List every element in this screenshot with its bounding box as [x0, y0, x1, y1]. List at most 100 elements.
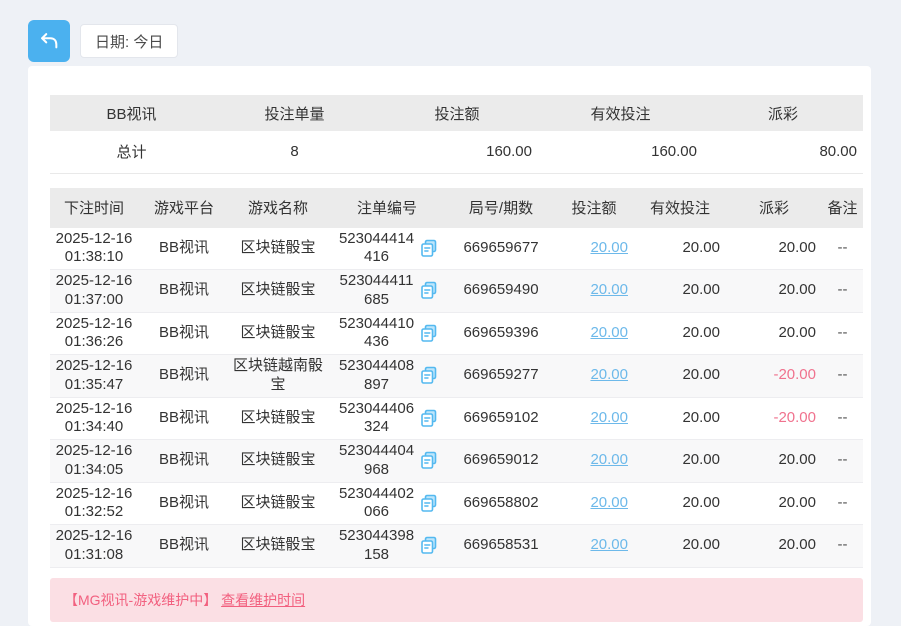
- copy-icon[interactable]: [420, 451, 438, 470]
- back-button[interactable]: [28, 20, 70, 62]
- copy-icon[interactable]: [420, 536, 438, 555]
- bet-id-cell: 523044410436: [326, 312, 448, 355]
- date-filter[interactable]: 日期: 今日: [80, 24, 178, 58]
- bet-amount-link[interactable]: 20.00: [590, 536, 628, 553]
- table-row: 2025-12-16 01:32:52 BB视讯 区块链骰宝 523044402…: [50, 482, 863, 525]
- valid-bet-cell: 20.00: [634, 270, 726, 313]
- total-bet-amount: 160.00: [376, 131, 538, 173]
- summary-col-bet-count: 投注单量: [213, 95, 376, 131]
- summary-col-bet-amount: 投注额: [376, 95, 538, 131]
- round-number-cell: 669659490: [448, 270, 554, 313]
- table-row: 2025-12-16 01:36:26 BB视讯 区块链骰宝 523044410…: [50, 312, 863, 355]
- detail-table: 下注时间 游戏平台 游戏名称 注单编号 局号/期数 投注额 有效投注 派彩 备注…: [50, 188, 863, 568]
- table-row: 2025-12-16 01:37:00 BB视讯 区块链骰宝 523044411…: [50, 270, 863, 313]
- remark-cell: --: [822, 440, 863, 483]
- bet-id-cell: 523044414416: [326, 228, 448, 270]
- bet-id-cell: 523044411685: [326, 270, 448, 313]
- undo-arrow-icon: [38, 30, 60, 52]
- valid-bet-cell: 20.00: [634, 397, 726, 440]
- copy-icon[interactable]: [420, 409, 438, 428]
- copy-icon[interactable]: [420, 366, 438, 385]
- bet-amount-cell: 20.00: [554, 312, 634, 355]
- bet-amount-link[interactable]: 20.00: [590, 281, 628, 298]
- col-header-round-number: 局号/期数: [448, 188, 554, 228]
- report-card: BB视讯 投注单量 投注额 有效投注 派彩 总计 8 160.00 160.00…: [28, 66, 871, 626]
- bet-id-cell: 523044404968: [326, 440, 448, 483]
- bet-time-cell: 2025-12-16 01:31:08: [50, 525, 138, 568]
- round-number-cell: 669659677: [448, 228, 554, 270]
- total-payout: 80.00: [703, 131, 863, 173]
- bet-amount-link[interactable]: 20.00: [590, 409, 628, 426]
- table-row: 2025-12-16 01:35:47 BB视讯 区块链越南骰宝 5230444…: [50, 355, 863, 398]
- summary-header-row: BB视讯 投注单量 投注额 有效投注 派彩: [50, 95, 863, 131]
- remark-cell: --: [822, 355, 863, 398]
- toolbar: 日期: 今日: [28, 20, 178, 62]
- maintenance-banner: 【MG视讯-游戏维护中】 查看维护时间: [50, 578, 863, 622]
- col-header-bet-amount: 投注额: [554, 188, 634, 228]
- game-name-cell: 区块链越南骰宝: [230, 355, 326, 398]
- platform-cell: BB视讯: [138, 228, 230, 270]
- bet-id-cell: 523044402066: [326, 482, 448, 525]
- payout-cell: 20.00: [726, 482, 822, 525]
- platform-cell: BB视讯: [138, 270, 230, 313]
- payout-cell: 20.00: [726, 270, 822, 313]
- platform-cell: BB视讯: [138, 440, 230, 483]
- platform-cell: BB视讯: [138, 482, 230, 525]
- game-name-cell: 区块链骰宝: [230, 270, 326, 313]
- bet-time-cell: 2025-12-16 01:34:40: [50, 397, 138, 440]
- game-name-cell: 区块链骰宝: [230, 312, 326, 355]
- total-valid-bet: 160.00: [538, 131, 703, 173]
- copy-icon[interactable]: [420, 281, 438, 300]
- col-header-payout: 派彩: [726, 188, 822, 228]
- payout-cell: 20.00: [726, 228, 822, 270]
- platform-cell: BB视讯: [138, 525, 230, 568]
- copy-icon[interactable]: [420, 239, 438, 258]
- bet-id-cell: 523044406324: [326, 397, 448, 440]
- game-name-cell: 区块链骰宝: [230, 228, 326, 270]
- payout-cell: 20.00: [726, 525, 822, 568]
- bet-amount-cell: 20.00: [554, 355, 634, 398]
- remark-cell: --: [822, 525, 863, 568]
- bet-amount-cell: 20.00: [554, 228, 634, 270]
- bet-amount-link[interactable]: 20.00: [590, 239, 628, 256]
- summary-total-row: 总计 8 160.00 160.00 80.00: [50, 131, 863, 173]
- summary-table: BB视讯 投注单量 投注额 有效投注 派彩 总计 8 160.00 160.00…: [50, 95, 863, 174]
- valid-bet-cell: 20.00: [634, 355, 726, 398]
- round-number-cell: 669659012: [448, 440, 554, 483]
- remark-cell: --: [822, 482, 863, 525]
- total-label: 总计: [50, 131, 213, 173]
- bet-id-cell: 523044408897: [326, 355, 448, 398]
- bet-amount-cell: 20.00: [554, 482, 634, 525]
- maintenance-notice-text: 【MG视讯-游戏维护中】: [64, 592, 217, 608]
- detail-header-row: 下注时间 游戏平台 游戏名称 注单编号 局号/期数 投注额 有效投注 派彩 备注: [50, 188, 863, 228]
- bet-time-cell: 2025-12-16 01:35:47: [50, 355, 138, 398]
- bet-amount-link[interactable]: 20.00: [590, 451, 628, 468]
- bet-time-cell: 2025-12-16 01:36:26: [50, 312, 138, 355]
- bet-id-cell: 523044398158: [326, 525, 448, 568]
- bet-time-cell: 2025-12-16 01:34:05: [50, 440, 138, 483]
- bet-time-cell: 2025-12-16 01:37:00: [50, 270, 138, 313]
- bet-amount-link[interactable]: 20.00: [590, 494, 628, 511]
- platform-cell: BB视讯: [138, 397, 230, 440]
- valid-bet-cell: 20.00: [634, 228, 726, 270]
- bet-amount-cell: 20.00: [554, 525, 634, 568]
- game-name-cell: 区块链骰宝: [230, 482, 326, 525]
- game-name-cell: 区块链骰宝: [230, 440, 326, 483]
- bet-amount-link[interactable]: 20.00: [590, 366, 628, 383]
- copy-icon[interactable]: [420, 324, 438, 343]
- col-header-bet-id: 注单编号: [326, 188, 448, 228]
- bet-time-cell: 2025-12-16 01:38:10: [50, 228, 138, 270]
- maintenance-link[interactable]: 查看维护时间: [221, 592, 305, 608]
- payout-cell: 20.00: [726, 312, 822, 355]
- platform-cell: BB视讯: [138, 312, 230, 355]
- col-header-platform: 游戏平台: [138, 188, 230, 228]
- col-header-bet-time: 下注时间: [50, 188, 138, 228]
- bet-amount-link[interactable]: 20.00: [590, 324, 628, 341]
- payout-cell: -20.00: [726, 355, 822, 398]
- col-header-game-name: 游戏名称: [230, 188, 326, 228]
- valid-bet-cell: 20.00: [634, 482, 726, 525]
- game-name-cell: 区块链骰宝: [230, 525, 326, 568]
- bet-amount-cell: 20.00: [554, 397, 634, 440]
- copy-icon[interactable]: [420, 494, 438, 513]
- bet-amount-cell: 20.00: [554, 440, 634, 483]
